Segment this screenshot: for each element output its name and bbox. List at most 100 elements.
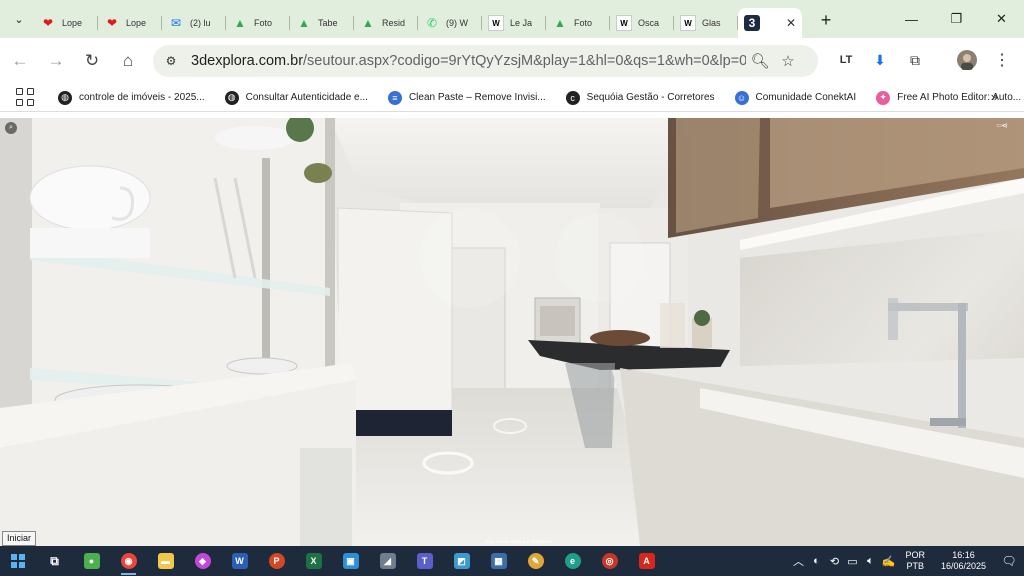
tab-search-chevron-icon[interactable]: ⌄ [8, 8, 30, 30]
tab-4[interactable]: ▲ Tabe [290, 8, 354, 38]
menu-kebab-icon[interactable]: ⋮ [988, 46, 1016, 74]
minimize-button[interactable]: — [889, 0, 934, 38]
tab-2[interactable]: ✉ (2) lu [162, 8, 226, 38]
taskbar-photos[interactable]: ▣ [332, 546, 369, 576]
drop-icon: ◆ [194, 553, 211, 569]
tab-7[interactable]: W Le Ja [482, 8, 546, 38]
paint-icon: ✎ [527, 553, 544, 569]
tray-app-icon[interactable]: ◐ [807, 555, 825, 567]
download-icon[interactable]: ⬇ [866, 46, 894, 74]
3dexplora-icon: 3 [744, 15, 760, 31]
close-tab-icon[interactable]: ✕ [786, 16, 796, 30]
taskbar-word[interactable]: W [221, 546, 258, 576]
windows-taskbar: ⧉ ● ◉ ▬ ◆ W P X ▣ ◢ T ◩ ▦ ✎ e ◎ A ︿ ◐ ⟲ … [0, 546, 1024, 576]
task-view-button[interactable]: ⧉ [36, 546, 73, 576]
drive-icon: ▲ [362, 16, 374, 30]
bookmark-label: Free AI Photo Editor: Auto... [897, 92, 1022, 103]
c-icon: c [565, 90, 580, 105]
address-bar[interactable]: ⚙ 3dexplora.com.br/seutour.aspx?codigo=9… [153, 45, 818, 77]
bookmark-star-icon[interactable]: ☆ [774, 47, 802, 75]
tab-title: Foto [254, 18, 273, 28]
taskbar-app-green[interactable]: ● [73, 546, 110, 576]
tab-title: Osca [638, 18, 660, 28]
extension-lt-icon[interactable]: LT [832, 46, 860, 74]
tab-5[interactable]: ▲ Resid [354, 8, 418, 38]
clock[interactable]: 16:16 16/06/2025 [941, 550, 986, 572]
taskbar-app-red-ring[interactable]: ◎ [591, 546, 628, 576]
extensions-puzzle-icon[interactable]: ⧉ [901, 46, 929, 74]
bookmark-item[interactable]: ◍ controle de imóveis - 2025... [58, 90, 205, 105]
tab-10[interactable]: W Glas [674, 8, 738, 38]
heart-icon: ❤ [42, 16, 54, 30]
reload-button[interactable]: ↻ [76, 45, 108, 77]
back-button[interactable]: ← [4, 45, 36, 77]
language-indicator[interactable]: POR PTB [905, 550, 925, 572]
close-window-button[interactable]: ✕ [979, 0, 1024, 38]
zoom-icon[interactable]: 🔍︎ [746, 47, 774, 75]
tab-title: (9) W [446, 18, 468, 28]
tab-6[interactable]: ✆ (9) W [418, 8, 482, 38]
drive-icon: ▲ [298, 16, 310, 30]
taskbar-chrome[interactable]: ◉ [110, 546, 147, 576]
restore-button[interactable]: ❐ [934, 0, 979, 38]
more-bookmarks-icon[interactable]: » [991, 89, 998, 104]
avatar-image [957, 50, 977, 70]
tray-chevron-icon[interactable]: ︿ [789, 553, 807, 569]
bookmark-item[interactable]: c Sequóia Gestão - Corretores [565, 90, 715, 105]
taskbar-app-gray[interactable]: ◢ [369, 546, 406, 576]
forward-button[interactable]: → [40, 45, 72, 77]
url-path: /seutour.aspx?codigo=9rYtQyYzsjM&play=1&… [303, 53, 746, 69]
taskbar-powerpoint[interactable]: P [258, 546, 295, 576]
powerpoint-icon: P [268, 553, 285, 569]
share-icon[interactable]: ⋖ [1001, 121, 1008, 130]
teams-icon: T [416, 553, 433, 569]
language-code: POR [905, 550, 925, 560]
taskbar-app-blue[interactable]: ◩ [443, 546, 480, 576]
tab-8[interactable]: ▲ Foto [546, 8, 610, 38]
bookmark-item[interactable]: ≡ Clean Paste – Remove Invisi... [387, 90, 546, 105]
tab-title: Resid [382, 18, 406, 28]
bookmark-item[interactable]: ◍ Consultar Autenticidade e... [224, 90, 368, 105]
new-tab-button[interactable]: + [812, 6, 840, 34]
apps-grid-icon[interactable] [16, 87, 36, 108]
calculator-icon: ▦ [490, 553, 507, 569]
tab-0[interactable]: ❤ Lope [34, 8, 98, 38]
clock-date: 16/06/2025 [940, 561, 986, 571]
taskbar-drop-app[interactable]: ◆ [184, 546, 221, 576]
ring-app-icon: ◎ [601, 553, 618, 569]
speaker-icon[interactable]: 🔈︎ [861, 555, 879, 568]
profile-avatar[interactable] [953, 46, 981, 74]
bookmark-item[interactable]: ✦ Free AI Photo Editor: Auto... [876, 90, 1022, 105]
taskbar-teams[interactable]: T [406, 546, 443, 576]
bookmark-item[interactable]: ☺ Comunidade ConektAI [734, 90, 856, 105]
taskbar-calculator[interactable]: ▦ [480, 546, 517, 576]
tour-viewer[interactable]: ⌕ ▭ ⋖ Tour virtual criado por 3DExplora [0, 118, 1024, 546]
tab-1[interactable]: ❤ Lope [98, 8, 162, 38]
viewer-zoom-icon[interactable]: ⌕ [5, 122, 17, 134]
tab-title: Foto [574, 18, 593, 28]
tab-9[interactable]: W Osca [610, 8, 674, 38]
tab-title: Glas [702, 18, 721, 28]
taskbar-explorer[interactable]: ▬ [147, 546, 184, 576]
taskbar-edge[interactable]: e [554, 546, 591, 576]
tray-sync-icon[interactable]: ⟲ [825, 555, 843, 568]
start-button[interactable] [0, 546, 36, 576]
taskbar-acrobat[interactable]: A [628, 546, 665, 576]
kitchen-panorama[interactable] [0, 118, 1024, 546]
taskbar-excel[interactable]: X [295, 546, 332, 576]
person-icon: ☺ [734, 90, 749, 105]
taskbar-paint[interactable]: ✎ [517, 546, 554, 576]
site-info-icon[interactable]: ⚙ [159, 49, 183, 73]
gray-app-icon: ◢ [379, 553, 396, 569]
window-controls: — ❐ ✕ [889, 0, 1024, 38]
mail-icon: ✉ [170, 16, 182, 30]
tab-3[interactable]: ▲ Foto [226, 8, 290, 38]
home-button[interactable]: ⌂ [112, 45, 144, 77]
word-icon: W [231, 553, 248, 569]
drive-icon: ▲ [554, 16, 566, 30]
notification-icon[interactable]: 🗨︎ [994, 554, 1024, 568]
battery-icon[interactable]: ▭ [843, 555, 861, 568]
tab-11[interactable]: 3 ✕ [738, 8, 802, 38]
pen-icon[interactable]: ✍ [879, 555, 897, 568]
url-text[interactable]: 3dexplora.com.br/seutour.aspx?codigo=9rY… [191, 53, 746, 69]
